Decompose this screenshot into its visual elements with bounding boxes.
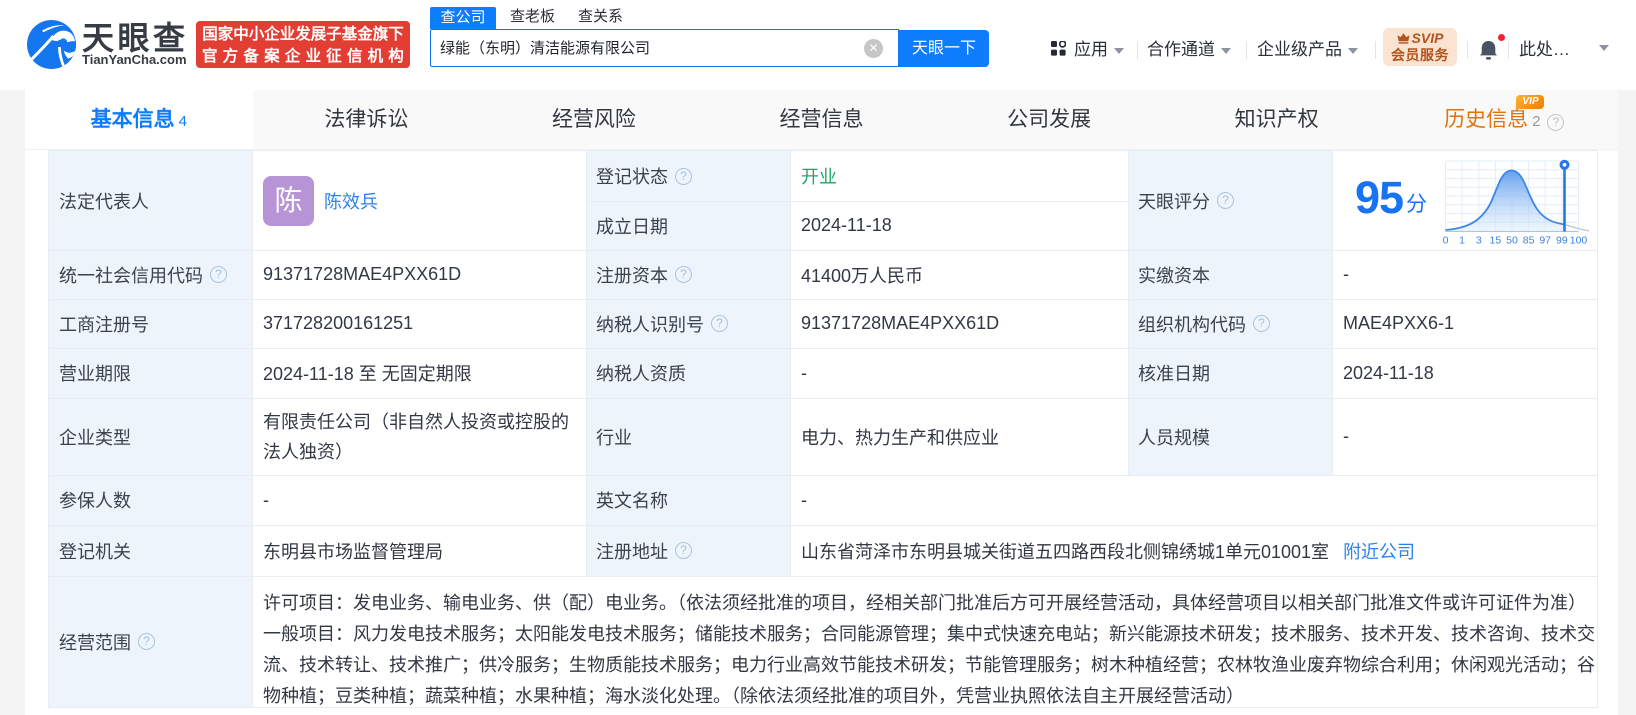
svg-text:85: 85 [1523, 235, 1535, 247]
svg-text:0: 0 [1443, 235, 1449, 247]
svg-text:99: 99 [1556, 235, 1568, 247]
svg-text:100: 100 [1570, 235, 1588, 247]
svg-text:3: 3 [1476, 235, 1482, 247]
svg-text:1: 1 [1459, 235, 1465, 247]
svg-text:50: 50 [1506, 235, 1518, 247]
svg-text:15: 15 [1490, 235, 1502, 247]
svg-text:97: 97 [1539, 235, 1551, 247]
